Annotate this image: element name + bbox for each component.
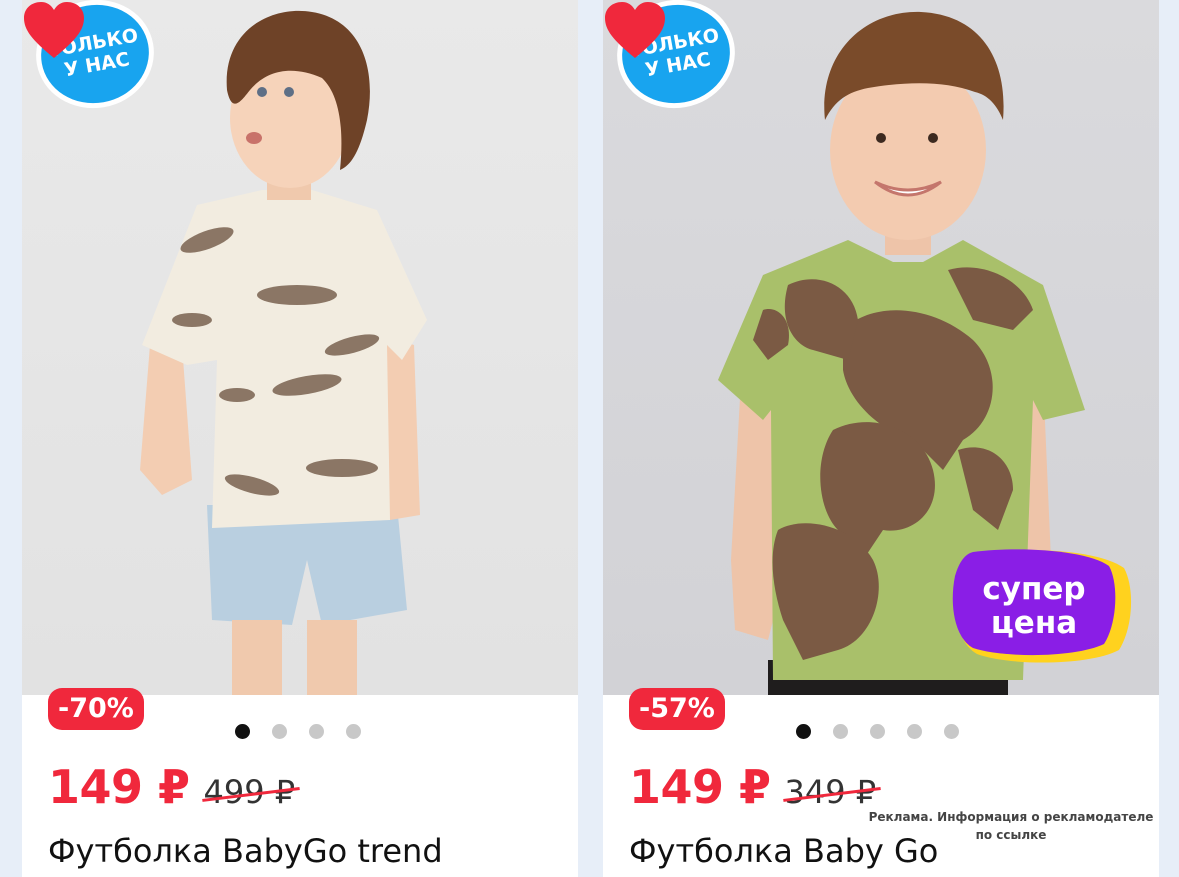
product-card[interactable]: ТОЛЬКО У НАС -70% 149 ₽ 499 ₽ Футболка B…: [22, 0, 578, 877]
image-pagination[interactable]: [235, 724, 361, 739]
old-price: 349 ₽: [784, 773, 877, 811]
pagination-dot[interactable]: [309, 724, 324, 739]
product-photo[interactable]: ТОЛЬКО У НАС: [22, 0, 578, 695]
product-photo[interactable]: ТОЛЬКО У НАС супер цена: [603, 0, 1159, 695]
product-card[interactable]: ТОЛЬКО У НАС супер цена -57% 149 ₽ 349 ₽…: [603, 0, 1159, 877]
pagination-dot[interactable]: [796, 724, 811, 739]
product-title[interactable]: Футболка Baby Go: [629, 832, 938, 870]
pagination-dot[interactable]: [346, 724, 361, 739]
image-pagination[interactable]: [796, 724, 959, 739]
pagination-dot[interactable]: [833, 724, 848, 739]
discount-badge: -70%: [48, 688, 144, 730]
super-price-word-1: супер: [982, 571, 1086, 607]
product-title[interactable]: Футболка BabyGo trend: [48, 832, 443, 870]
pagination-dot[interactable]: [235, 724, 250, 739]
heart-icon[interactable]: [22, 0, 86, 60]
discount-badge: -57%: [629, 688, 725, 730]
price-row: 149 ₽ 349 ₽: [629, 760, 876, 814]
current-price: 149 ₽: [48, 760, 190, 814]
super-price-word-2: цена: [990, 605, 1078, 641]
old-price: 499 ₽: [203, 773, 296, 811]
super-price-badge[interactable]: супер цена: [949, 548, 1133, 664]
heart-icon[interactable]: [603, 0, 667, 60]
pagination-dot[interactable]: [870, 724, 885, 739]
current-price: 149 ₽: [629, 760, 771, 814]
price-row: 149 ₽ 499 ₽: [48, 760, 295, 814]
pagination-dot[interactable]: [907, 724, 922, 739]
pagination-dot[interactable]: [944, 724, 959, 739]
pagination-dot[interactable]: [272, 724, 287, 739]
